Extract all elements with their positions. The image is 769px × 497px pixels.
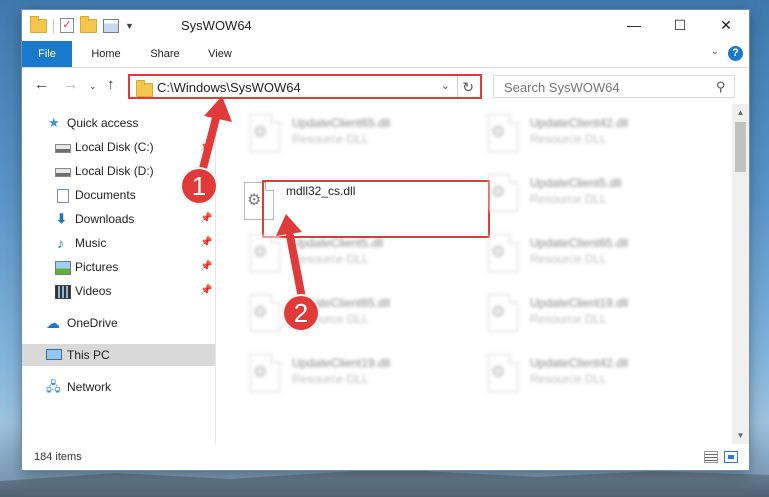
step-badge-1: 1: [180, 167, 218, 205]
annotation-overlay: [196, 96, 306, 302]
arrow-to-highlighted-file: [276, 214, 306, 302]
step-badge-2: 2: [282, 294, 320, 332]
